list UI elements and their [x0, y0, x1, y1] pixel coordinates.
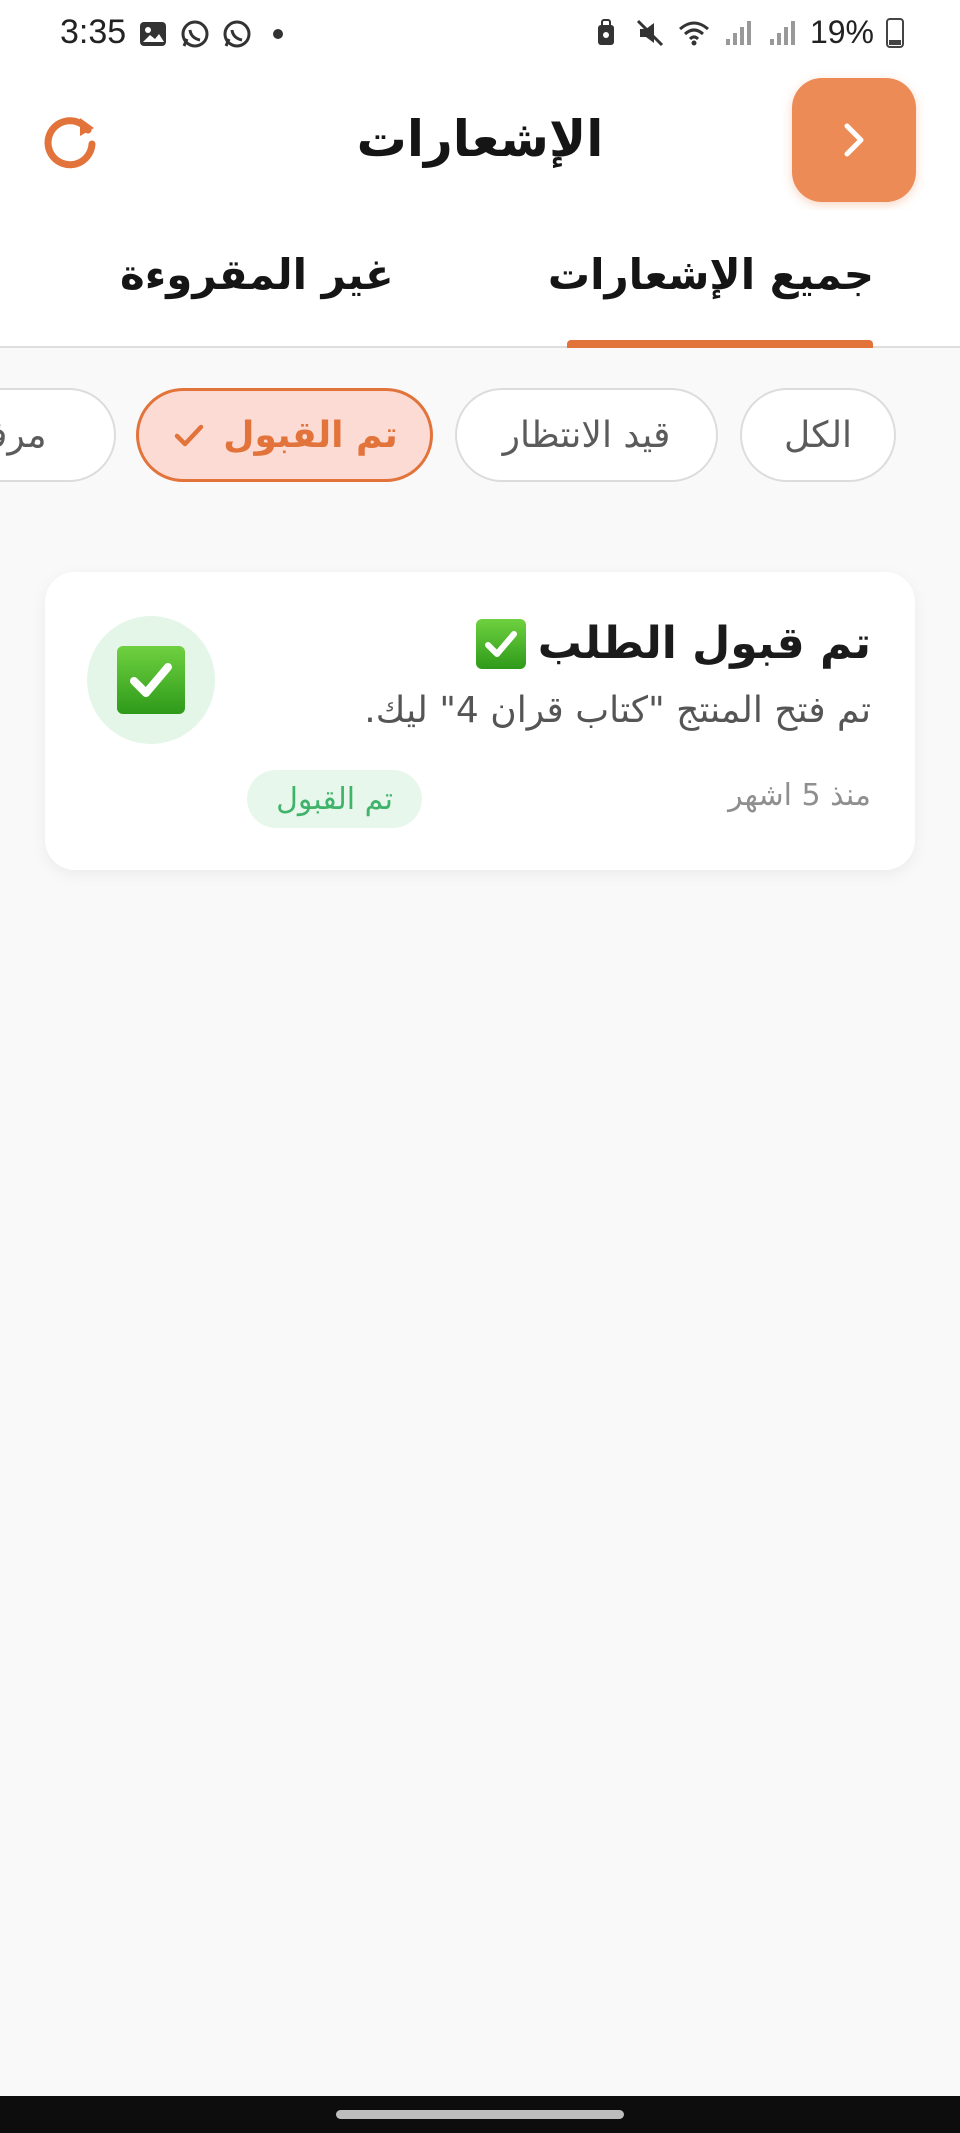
vpn-lock-icon: [597, 18, 614, 45]
dot-icon: [273, 29, 283, 39]
notification-tabs: جميع الإشعارات غير المقروءة: [0, 210, 960, 348]
back-button[interactable]: [792, 78, 916, 202]
filter-chip-rejected[interactable]: مرفوض: [0, 388, 116, 482]
status-bar: 3:35 19%: [0, 0, 960, 70]
whatsapp-icon: [223, 20, 251, 48]
battery-percentage: 19%: [809, 14, 874, 50]
system-icons: 19%: [590, 14, 904, 51]
notification-title-text: تم قبول الطلب: [537, 618, 871, 669]
notification-body: تم فتح المنتج "كتاب قران 4" ليك.: [364, 690, 871, 731]
signal-icon: [725, 20, 751, 45]
signal-icon: [769, 20, 795, 45]
filter-chip-label: مرفوض: [0, 414, 47, 456]
check-icon: [174, 424, 204, 447]
filter-chip-all[interactable]: الكل: [740, 388, 896, 482]
filter-chip-label: الكل: [783, 414, 853, 456]
system-navigation-bar: [0, 2096, 960, 2133]
home-gesture-handle[interactable]: [336, 2110, 624, 2119]
tab-all-notifications[interactable]: جميع الإشعارات: [548, 250, 874, 299]
notification-time: منذ 5 اشهر: [728, 778, 871, 813]
check-mark-icon: [117, 646, 185, 714]
battery-icon: [886, 17, 904, 48]
app-header: الإشعارات: [0, 70, 960, 210]
chevron-right-icon: [844, 123, 864, 157]
status-badge: تم القبول: [247, 770, 422, 828]
filter-chips: الكل قيد الانتظار تم القبول مرفوض: [0, 346, 960, 510]
tab-unread[interactable]: غير المقروءة: [120, 250, 394, 299]
filter-chip-accepted[interactable]: تم القبول: [136, 388, 433, 482]
mute-icon: [636, 19, 664, 46]
filter-chip-label: قيد الانتظار: [502, 414, 671, 456]
gallery-icon: [140, 22, 166, 46]
notification-icons: [137, 18, 283, 50]
status-time: 3:35: [60, 13, 127, 51]
filter-chip-label: تم القبول: [223, 414, 398, 456]
notification-card[interactable]: تم قبول الطلب تم فتح المنتج "كتاب قران 4…: [45, 572, 915, 870]
whatsapp-icon: [181, 20, 209, 48]
filter-chip-pending[interactable]: قيد الانتظار: [455, 388, 718, 482]
check-mark-icon: [475, 618, 526, 669]
notification-title: تم قبول الطلب: [475, 618, 871, 669]
notification-icon-circle: [87, 616, 215, 744]
wifi-icon: [678, 21, 709, 45]
